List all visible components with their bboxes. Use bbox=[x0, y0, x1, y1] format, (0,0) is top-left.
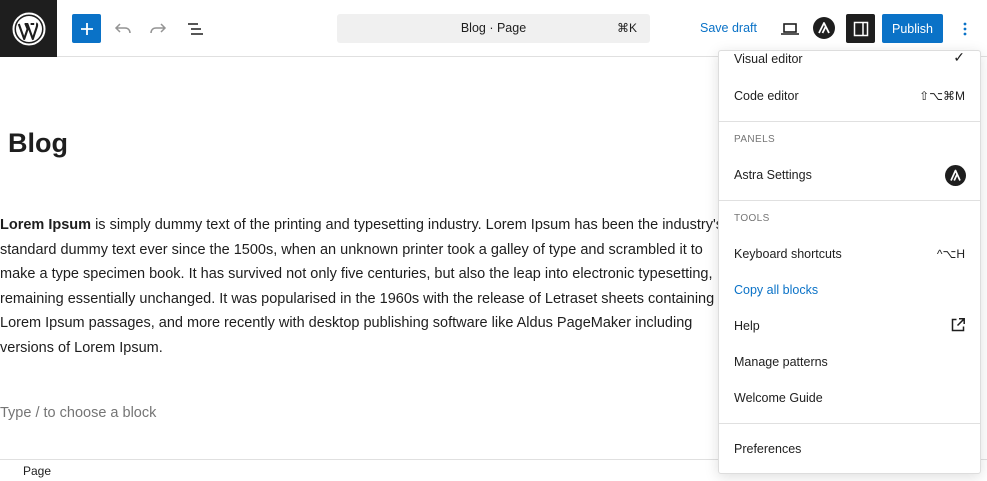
document-title: Blog · Page bbox=[460, 21, 527, 35]
menu-item-shortcut: ⇧⌥⌘M bbox=[919, 89, 965, 103]
menu-item-label: Preferences bbox=[734, 442, 802, 456]
menu-item-copy-all-blocks[interactable]: Copy all blocks bbox=[719, 275, 980, 305]
breadcrumb[interactable]: Page bbox=[23, 464, 51, 478]
astra-icon bbox=[818, 22, 830, 34]
menu-item-shortcut: ^⌥H bbox=[936, 247, 965, 261]
menu-item-label: Welcome Guide bbox=[734, 391, 823, 405]
menu-item-code-editor[interactable]: Code editor ⇧⌥⌘M bbox=[719, 81, 980, 111]
settings-sidebar-toggle[interactable] bbox=[846, 14, 875, 43]
paragraph-line: make a type specimen book. It has surviv… bbox=[0, 266, 713, 282]
menu-item-welcome-guide[interactable]: Welcome Guide bbox=[719, 383, 980, 413]
block-inserter-button[interactable] bbox=[72, 14, 101, 43]
undo-icon bbox=[114, 22, 131, 33]
menu-section-heading: TOOLS bbox=[734, 213, 770, 224]
menu-item-help[interactable]: Help bbox=[719, 311, 980, 341]
more-vertical-icon bbox=[963, 22, 967, 35]
wordpress-logo-icon bbox=[12, 12, 45, 45]
menu-item-manage-patterns[interactable]: Manage patterns bbox=[719, 347, 980, 377]
sidebar-toggle-icon bbox=[853, 21, 868, 36]
menu-item-astra-settings[interactable]: Astra Settings bbox=[719, 160, 980, 190]
menu-item-label: Copy all blocks bbox=[734, 283, 819, 297]
menu-item-label: Manage patterns bbox=[734, 355, 828, 369]
external-link-icon bbox=[950, 317, 966, 338]
wordpress-logo-button[interactable] bbox=[0, 0, 57, 57]
plus-icon bbox=[80, 22, 93, 35]
paragraph-line: Lorem Ipsum is simply dummy text of the … bbox=[0, 217, 723, 233]
menu-item-label: Code editor bbox=[734, 89, 799, 103]
redo-button[interactable] bbox=[143, 14, 172, 43]
checkmark-icon: ✓ bbox=[953, 50, 965, 65]
menu-item-visual-editor[interactable]: Visual editor ✓ bbox=[719, 50, 980, 74]
menu-section-heading: PANELS bbox=[734, 134, 776, 145]
options-menu-button[interactable] bbox=[953, 14, 977, 43]
page-title[interactable]: Blog bbox=[8, 128, 68, 159]
menu-item-label: Astra Settings bbox=[734, 168, 812, 182]
menu-item-keyboard-shortcuts[interactable]: Keyboard shortcuts ^⌥H bbox=[719, 239, 980, 269]
menu-item-label: Visual editor bbox=[734, 52, 803, 66]
menu-item-preferences[interactable]: Preferences bbox=[719, 434, 980, 464]
undo-button[interactable] bbox=[108, 14, 137, 43]
paragraph-line: versions of Lorem Ipsum. bbox=[0, 339, 163, 356]
save-draft-button[interactable]: Save draft bbox=[700, 21, 757, 35]
menu-divider bbox=[719, 200, 980, 201]
menu-divider bbox=[719, 423, 980, 424]
publish-button[interactable]: Publish bbox=[882, 14, 943, 43]
command-palette-bar[interactable]: Blog · Page ⌘K bbox=[337, 14, 650, 43]
paragraph-block[interactable]: Lorem Ipsum is simply dummy text of the … bbox=[0, 213, 725, 360]
document-overview-icon bbox=[187, 22, 203, 35]
preview-button[interactable] bbox=[775, 14, 804, 43]
astra-icon bbox=[945, 165, 966, 191]
preview-laptop-icon bbox=[780, 22, 799, 35]
paragraph-bold-text: Lorem Ipsum bbox=[0, 217, 92, 233]
menu-item-label: Help bbox=[734, 319, 760, 333]
options-dropdown-menu: Visual editor ✓ Code editor ⇧⌥⌘M PANELS … bbox=[718, 50, 981, 474]
paragraph-line: Lorem Ipsum passages, and more recently … bbox=[0, 315, 693, 331]
document-overview-button[interactable] bbox=[180, 14, 209, 43]
editor-top-bar: Blog · Page ⌘K Save draft Publish bbox=[0, 0, 987, 57]
astra-settings-button[interactable] bbox=[813, 17, 835, 39]
menu-divider bbox=[719, 121, 980, 122]
menu-item-label: Keyboard shortcuts bbox=[734, 247, 842, 261]
command-shortcut: ⌘K bbox=[616, 21, 637, 35]
redo-icon bbox=[149, 22, 166, 33]
paragraph-line: remaining essentially unchanged. It was … bbox=[0, 290, 715, 307]
empty-block-placeholder[interactable]: Type / to choose a block bbox=[0, 405, 156, 421]
paragraph-line: standard dummy text ever since the 1500s… bbox=[0, 241, 703, 258]
